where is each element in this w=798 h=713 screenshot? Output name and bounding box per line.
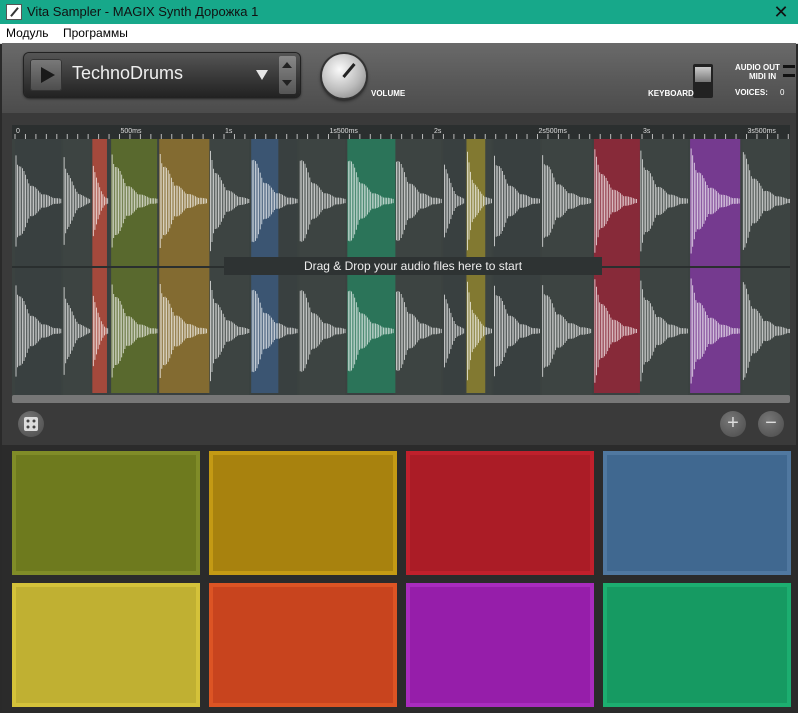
sample-pad-5[interactable] bbox=[12, 583, 200, 707]
preset-name[interactable]: TechnoDrums bbox=[72, 63, 183, 84]
ruler-label: 0 bbox=[16, 128, 20, 135]
sample-pad-7[interactable] bbox=[406, 583, 594, 707]
voices-value: 0 bbox=[780, 88, 785, 97]
zoom-out-icon[interactable]: − bbox=[758, 411, 784, 437]
volume-knob[interactable] bbox=[322, 54, 366, 98]
keyboard-toggle[interactable] bbox=[693, 64, 713, 98]
preset-selector[interactable]: TechnoDrums bbox=[24, 53, 300, 97]
sample-pad-8[interactable] bbox=[603, 583, 791, 707]
arrow-down-icon[interactable] bbox=[282, 80, 292, 86]
knob-pointer bbox=[342, 63, 356, 78]
arrow-up-icon[interactable] bbox=[282, 62, 292, 68]
dice-icon[interactable] bbox=[18, 411, 44, 437]
ruler-label: 2s500ms bbox=[539, 128, 568, 135]
waveform-toolbar: + − bbox=[12, 403, 790, 445]
volume-label: VOLUME bbox=[371, 89, 406, 98]
close-icon[interactable]: ✕ bbox=[770, 1, 792, 23]
menu-bar: Модуль Программы bbox=[0, 24, 798, 44]
audio-out-led bbox=[783, 65, 795, 68]
ruler-label: 1s500ms bbox=[330, 128, 359, 135]
title-bar: Vita Sampler - MAGIX Synth Дорожка 1 ✕ bbox=[0, 0, 798, 24]
ruler-label: 500ms bbox=[121, 128, 143, 135]
sample-pad-6[interactable] bbox=[209, 583, 397, 707]
audio-out-label: AUDIO OUT bbox=[735, 63, 780, 72]
zoom-in-icon[interactable]: + bbox=[720, 411, 746, 437]
pad-grid bbox=[2, 445, 796, 711]
time-ruler: 0 500ms 1s 1s500ms 2s 2s500ms 3s 3s500ms bbox=[12, 125, 790, 139]
menu-programs[interactable]: Программы bbox=[63, 26, 128, 40]
midi-in-label: MIDI IN bbox=[749, 72, 777, 81]
sample-pad-2[interactable] bbox=[209, 451, 397, 575]
window-title: Vita Sampler - MAGIX Synth Дорожка 1 bbox=[27, 4, 259, 19]
voices-label: VOICES: bbox=[735, 88, 768, 97]
ruler-label: 1s bbox=[225, 128, 233, 135]
midi-in-led bbox=[783, 74, 795, 77]
sample-pad-1[interactable] bbox=[12, 451, 200, 575]
chevron-down-icon[interactable] bbox=[256, 70, 268, 80]
horizontal-scrollbar[interactable] bbox=[12, 395, 790, 403]
preset-spinner[interactable] bbox=[279, 56, 296, 94]
sampler-panel: TechnoDrums VOLUME KEYBOARD AUDIO OUT MI… bbox=[2, 43, 796, 711]
ruler-label: 3s500ms bbox=[748, 128, 777, 135]
waveform-editor[interactable]: 0 500ms 1s 1s500ms 2s 2s500ms 3s 3s500ms Drag &… bbox=[12, 125, 790, 405]
instrument-header: TechnoDrums VOLUME KEYBOARD AUDIO OUT MI… bbox=[2, 43, 796, 113]
ruler-label: 2s bbox=[434, 128, 442, 135]
ruler-ticks: 0 500ms 1s 1s500ms 2s 2s500ms 3s 3s500ms bbox=[14, 128, 789, 139]
sample-pad-4[interactable] bbox=[603, 451, 791, 575]
drop-message: Drag & Drop your audio files here to sta… bbox=[224, 257, 602, 275]
sample-pad-3[interactable] bbox=[406, 451, 594, 575]
menu-module[interactable]: Модуль bbox=[6, 26, 49, 40]
app-icon bbox=[6, 4, 22, 20]
keyboard-label: KEYBOARD bbox=[648, 89, 694, 98]
ruler-label: 3s bbox=[643, 128, 651, 135]
play-icon[interactable] bbox=[30, 59, 62, 91]
